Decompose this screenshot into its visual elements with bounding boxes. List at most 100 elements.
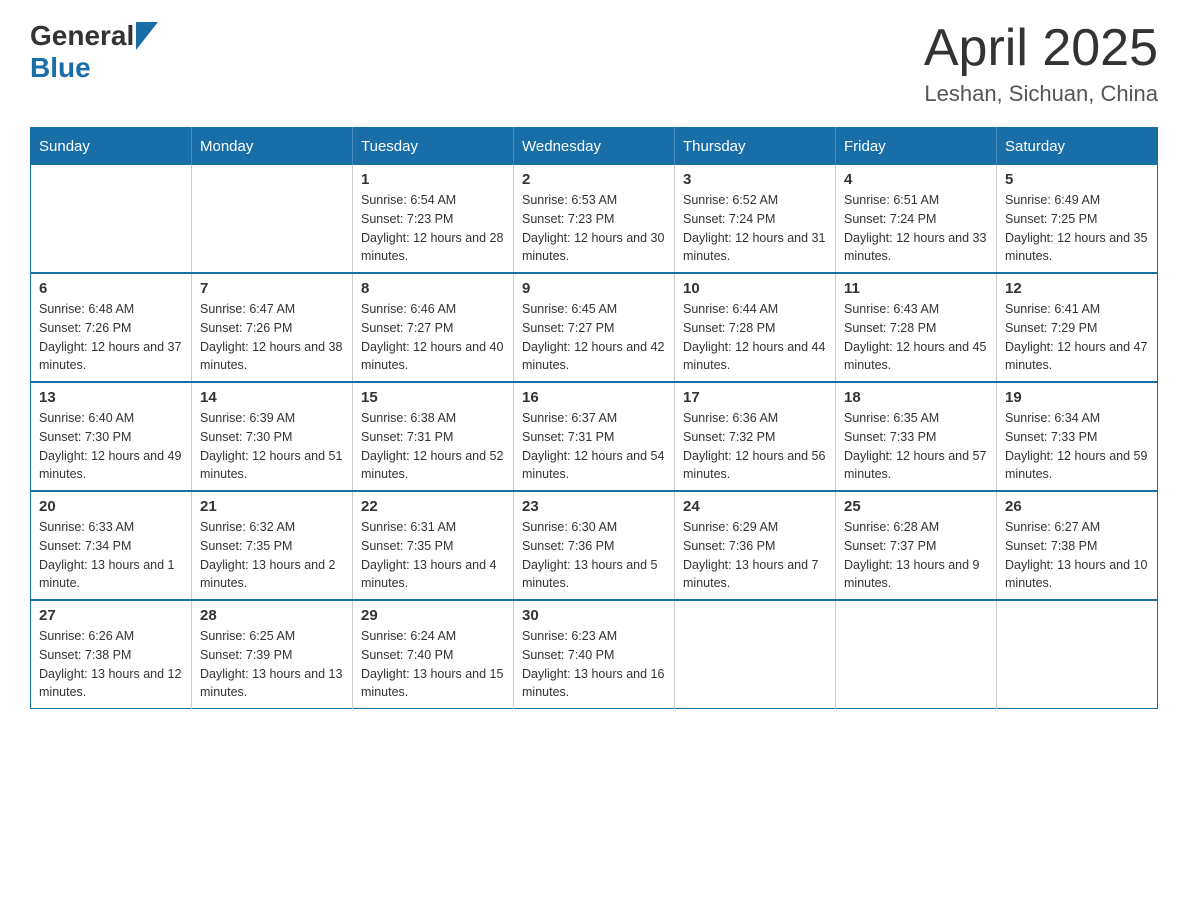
day-number: 14 bbox=[200, 389, 344, 406]
calendar-day-cell: 22 Sunrise: 6:31 AM Sunset: 7:35 PM Dayli… bbox=[353, 491, 514, 600]
day-info: Sunrise: 6:35 AM Sunset: 7:33 PM Dayligh… bbox=[844, 409, 988, 484]
calendar-day-cell: 21Sunrise: 6:32 AM Sunset: 7:35 PM Dayli… bbox=[192, 491, 353, 600]
day-info: Sunrise: 6:28 AM Sunset: 7:37 PM Dayligh… bbox=[844, 518, 988, 593]
calendar-day-cell: 3 Sunrise: 6:52 AM Sunset: 7:24 PM Daylig… bbox=[675, 165, 836, 273]
calendar-day-cell: 23 Sunrise: 6:30 AM Sunset: 7:36 PM Dayli… bbox=[514, 491, 675, 600]
calendar-day-cell: 13Sunrise: 6:40 AM Sunset: 7:30 PM Dayli… bbox=[31, 382, 192, 491]
calendar-day-cell: 27Sunrise: 6:26 AM Sunset: 7:38 PM Dayli… bbox=[31, 600, 192, 709]
calendar-header-row: SundayMondayTuesdayWednesdayThursdayFrid… bbox=[31, 128, 1158, 166]
calendar-empty-cell bbox=[997, 600, 1158, 709]
day-number: 5 bbox=[1005, 171, 1149, 188]
calendar-day-cell: 1Sunrise: 6:54 AM Sunset: 7:23 PM Daylig… bbox=[353, 165, 514, 273]
day-info: Sunrise: 6:39 AM Sunset: 7:30 PM Dayligh… bbox=[200, 409, 344, 484]
day-number: 28 bbox=[200, 607, 344, 624]
logo-triangle-icon bbox=[136, 22, 158, 50]
calendar-day-cell: 17 Sunrise: 6:36 AM Sunset: 7:32 PM Dayli… bbox=[675, 382, 836, 491]
day-info: Sunrise: 6:53 AM Sunset: 7:23 PM Dayligh… bbox=[522, 191, 666, 266]
calendar-empty-cell bbox=[675, 600, 836, 709]
day-info: Sunrise: 6:48 AM Sunset: 7:26 PM Dayligh… bbox=[39, 300, 183, 375]
calendar-day-cell: 6 Sunrise: 6:48 AM Sunset: 7:26 PM Daylig… bbox=[31, 273, 192, 382]
logo-blue-text: Blue bbox=[30, 52, 91, 84]
day-info: Sunrise: 6:44 AM Sunset: 7:28 PM Dayligh… bbox=[683, 300, 827, 375]
calendar-day-cell: 25 Sunrise: 6:28 AM Sunset: 7:37 PM Dayli… bbox=[836, 491, 997, 600]
day-number: 24 bbox=[683, 498, 827, 515]
day-number: 17 bbox=[683, 389, 827, 406]
calendar-week-row: 20 Sunrise: 6:33 AM Sunset: 7:34 PM Dayli… bbox=[31, 491, 1158, 600]
day-number: 1 bbox=[361, 171, 505, 188]
day-info: Sunrise: 6:23 AM Sunset: 7:40 PM Dayligh… bbox=[522, 627, 666, 702]
page-header: General Blue April 2025 Leshan, Sichuan,… bbox=[30, 20, 1158, 107]
calendar-day-cell: 15Sunrise: 6:38 AM Sunset: 7:31 PM Dayli… bbox=[353, 382, 514, 491]
calendar-day-cell: 19Sunrise: 6:34 AM Sunset: 7:33 PM Dayli… bbox=[997, 382, 1158, 491]
day-info: Sunrise: 6:37 AM Sunset: 7:31 PM Dayligh… bbox=[522, 409, 666, 484]
calendar-empty-cell bbox=[192, 165, 353, 273]
day-number: 25 bbox=[844, 498, 988, 515]
day-number: 27 bbox=[39, 607, 183, 624]
header-thursday: Thursday bbox=[675, 128, 836, 166]
header-friday: Friday bbox=[836, 128, 997, 166]
header-saturday: Saturday bbox=[997, 128, 1158, 166]
calendar-day-cell: 20 Sunrise: 6:33 AM Sunset: 7:34 PM Dayli… bbox=[31, 491, 192, 600]
day-number: 22 bbox=[361, 498, 505, 515]
calendar-day-cell: 2 Sunrise: 6:53 AM Sunset: 7:23 PM Daylig… bbox=[514, 165, 675, 273]
day-info: Sunrise: 6:52 AM Sunset: 7:24 PM Dayligh… bbox=[683, 191, 827, 266]
day-number: 6 bbox=[39, 280, 183, 297]
calendar-week-row: 27Sunrise: 6:26 AM Sunset: 7:38 PM Dayli… bbox=[31, 600, 1158, 709]
day-info: Sunrise: 6:45 AM Sunset: 7:27 PM Dayligh… bbox=[522, 300, 666, 375]
day-info: Sunrise: 6:36 AM Sunset: 7:32 PM Dayligh… bbox=[683, 409, 827, 484]
calendar-day-cell: 8 Sunrise: 6:46 AM Sunset: 7:27 PM Daylig… bbox=[353, 273, 514, 382]
day-number: 4 bbox=[844, 171, 988, 188]
logo: General Blue bbox=[30, 20, 158, 84]
day-number: 30 bbox=[522, 607, 666, 624]
day-number: 10 bbox=[683, 280, 827, 297]
day-number: 20 bbox=[39, 498, 183, 515]
day-info: Sunrise: 6:27 AM Sunset: 7:38 PM Dayligh… bbox=[1005, 518, 1149, 593]
calendar-table: SundayMondayTuesdayWednesdayThursdayFrid… bbox=[30, 127, 1158, 709]
calendar-empty-cell bbox=[836, 600, 997, 709]
calendar-day-cell: 26 Sunrise: 6:27 AM Sunset: 7:38 PM Dayli… bbox=[997, 491, 1158, 600]
header-sunday: Sunday bbox=[31, 128, 192, 166]
calendar-day-cell: 24 Sunrise: 6:29 AM Sunset: 7:36 PM Dayli… bbox=[675, 491, 836, 600]
day-number: 11 bbox=[844, 280, 988, 297]
logo-general-text: General bbox=[30, 20, 134, 52]
calendar-day-cell: 11Sunrise: 6:43 AM Sunset: 7:28 PM Dayli… bbox=[836, 273, 997, 382]
day-number: 19 bbox=[1005, 389, 1149, 406]
day-number: 16 bbox=[522, 389, 666, 406]
calendar-day-cell: 12 Sunrise: 6:41 AM Sunset: 7:29 PM Dayli… bbox=[997, 273, 1158, 382]
calendar-title: April 2025 bbox=[924, 20, 1158, 77]
calendar-day-cell: 28Sunrise: 6:25 AM Sunset: 7:39 PM Dayli… bbox=[192, 600, 353, 709]
day-info: Sunrise: 6:33 AM Sunset: 7:34 PM Dayligh… bbox=[39, 518, 183, 593]
calendar-empty-cell bbox=[31, 165, 192, 273]
day-number: 12 bbox=[1005, 280, 1149, 297]
day-info: Sunrise: 6:40 AM Sunset: 7:30 PM Dayligh… bbox=[39, 409, 183, 484]
calendar-day-cell: 5 Sunrise: 6:49 AM Sunset: 7:25 PM Daylig… bbox=[997, 165, 1158, 273]
day-number: 2 bbox=[522, 171, 666, 188]
day-info: Sunrise: 6:30 AM Sunset: 7:36 PM Dayligh… bbox=[522, 518, 666, 593]
calendar-day-cell: 7 Sunrise: 6:47 AM Sunset: 7:26 PM Daylig… bbox=[192, 273, 353, 382]
day-number: 18 bbox=[844, 389, 988, 406]
day-info: Sunrise: 6:47 AM Sunset: 7:26 PM Dayligh… bbox=[200, 300, 344, 375]
day-info: Sunrise: 6:51 AM Sunset: 7:24 PM Dayligh… bbox=[844, 191, 988, 266]
calendar-week-row: 13Sunrise: 6:40 AM Sunset: 7:30 PM Dayli… bbox=[31, 382, 1158, 491]
day-number: 7 bbox=[200, 280, 344, 297]
day-number: 3 bbox=[683, 171, 827, 188]
day-info: Sunrise: 6:49 AM Sunset: 7:25 PM Dayligh… bbox=[1005, 191, 1149, 266]
calendar-day-cell: 18 Sunrise: 6:35 AM Sunset: 7:33 PM Dayli… bbox=[836, 382, 997, 491]
header-wednesday: Wednesday bbox=[514, 128, 675, 166]
day-number: 8 bbox=[361, 280, 505, 297]
day-number: 9 bbox=[522, 280, 666, 297]
day-info: Sunrise: 6:24 AM Sunset: 7:40 PM Dayligh… bbox=[361, 627, 505, 702]
day-number: 26 bbox=[1005, 498, 1149, 515]
day-info: Sunrise: 6:41 AM Sunset: 7:29 PM Dayligh… bbox=[1005, 300, 1149, 375]
day-info: Sunrise: 6:38 AM Sunset: 7:31 PM Dayligh… bbox=[361, 409, 505, 484]
calendar-day-cell: 29Sunrise: 6:24 AM Sunset: 7:40 PM Dayli… bbox=[353, 600, 514, 709]
day-info: Sunrise: 6:29 AM Sunset: 7:36 PM Dayligh… bbox=[683, 518, 827, 593]
day-number: 23 bbox=[522, 498, 666, 515]
calendar-day-cell: 10 Sunrise: 6:44 AM Sunset: 7:28 PM Dayli… bbox=[675, 273, 836, 382]
day-number: 21 bbox=[200, 498, 344, 515]
title-area: April 2025 Leshan, Sichuan, China bbox=[924, 20, 1158, 107]
calendar-day-cell: 14 Sunrise: 6:39 AM Sunset: 7:30 PM Dayli… bbox=[192, 382, 353, 491]
day-info: Sunrise: 6:31 AM Sunset: 7:35 PM Dayligh… bbox=[361, 518, 505, 593]
day-info: Sunrise: 6:46 AM Sunset: 7:27 PM Dayligh… bbox=[361, 300, 505, 375]
calendar-day-cell: 4 Sunrise: 6:51 AM Sunset: 7:24 PM Daylig… bbox=[836, 165, 997, 273]
